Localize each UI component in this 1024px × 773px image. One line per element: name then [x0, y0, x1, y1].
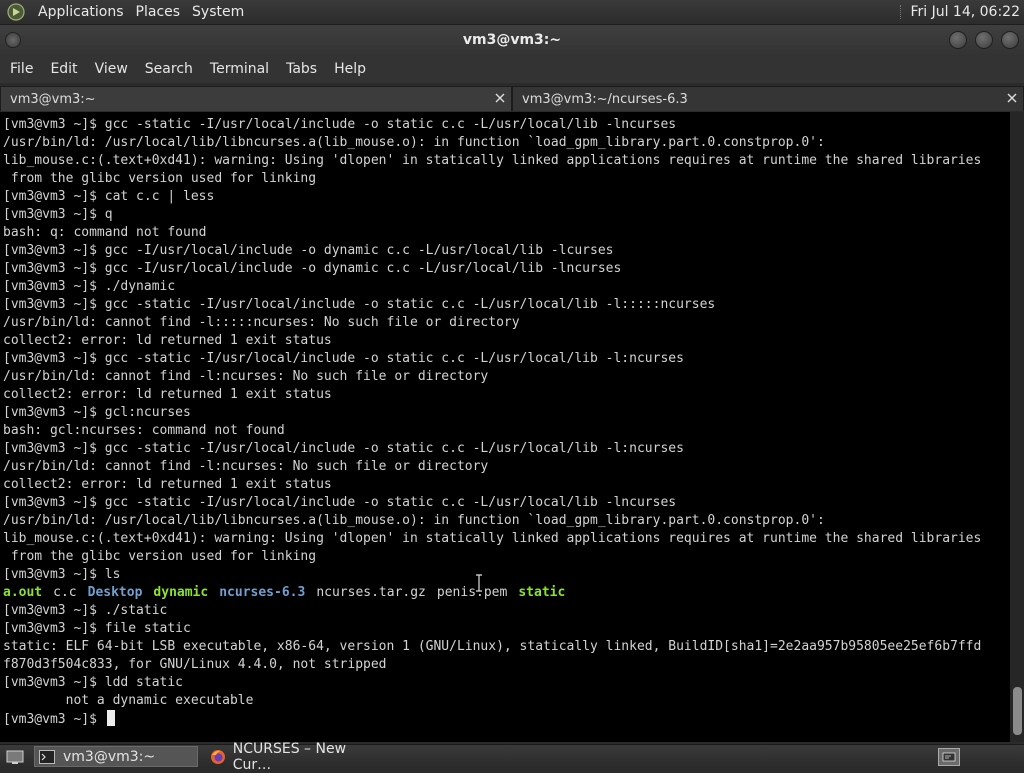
menu-view[interactable]: View	[87, 61, 136, 77]
window-titlebar[interactable]: vm3@vm3:~	[0, 25, 1024, 55]
terminal-line: [vm3@vm3 ~]$ file static	[3, 621, 191, 636]
terminal-lines-after: [vm3@vm3 ~]$ ./static [vm3@vm3 ~]$ file s…	[3, 602, 1010, 710]
applications-menu[interactable]: Applications	[32, 4, 130, 20]
terminal-lines-before: [vm3@vm3 ~]$ gcc -static -I/usr/local/in…	[3, 116, 1010, 584]
ls-entry-dir: ncurses-6.3	[219, 585, 306, 600]
ls-entry-exec: dynamic	[153, 585, 209, 600]
mouse-ibeam-icon	[476, 574, 482, 592]
menu-tabs[interactable]: Tabs	[278, 61, 325, 77]
clock[interactable]: Fri Jul 14, 06:22	[910, 4, 1020, 20]
window-menu-icon[interactable]	[5, 32, 21, 48]
tab-ncurses[interactable]: vm3@vm3:~/ncurses-6.3	[512, 86, 1024, 111]
tab-home[interactable]: vm3@vm3:~	[0, 86, 512, 111]
places-menu[interactable]: Places	[130, 4, 187, 20]
terminal-line: [vm3@vm3 ~]$ gcc -static -I/usr/local/in…	[3, 441, 684, 456]
menu-file[interactable]: File	[2, 61, 41, 77]
minimize-icon[interactable]	[949, 31, 967, 49]
taskbar-terminal[interactable]: vm3@vm3:~	[34, 746, 198, 767]
terminal-line: /usr/bin/ld: cannot find -l:ncurses: No …	[3, 369, 489, 384]
system-menu[interactable]: System	[186, 4, 250, 20]
workspace-switcher[interactable]	[938, 747, 960, 766]
clock-separator	[900, 5, 902, 19]
tab-bar: vm3@vm3:~ vm3@vm3:~/ncurses-6.3	[0, 86, 1024, 111]
menu-edit[interactable]: Edit	[42, 61, 85, 77]
terminal-line: [vm3@vm3 ~]$ gcc -static -I/usr/local/in…	[3, 351, 684, 366]
terminal-line: [vm3@vm3 ~]$ gcc -static -I/usr/local/in…	[3, 117, 677, 132]
ls-output: a.out c.c Desktop dynamic ncurses-6.3 ncurses…	[3, 584, 1010, 602]
tab-label: vm3@vm3:~	[10, 91, 96, 107]
prompt-line[interactable]: [vm3@vm3 ~]$	[3, 710, 1010, 728]
terminal-line: bash: q: command not found	[3, 225, 207, 240]
terminal-scrollbar[interactable]	[1010, 112, 1024, 742]
ls-entry-exec: static	[518, 585, 566, 600]
terminal-line: [vm3@vm3 ~]$ ls	[3, 567, 121, 582]
terminal-line: not a dynamic executable	[3, 693, 254, 708]
terminal-line: lib_mouse.c:(.text+0xd41): warning: Usin…	[3, 531, 982, 546]
terminal-output[interactable]: [vm3@vm3 ~]$ gcc -static -I/usr/local/in…	[0, 112, 1010, 742]
terminal-line: /usr/bin/ld: /usr/local/lib/libncurses.a…	[3, 135, 825, 150]
distro-logo-icon[interactable]	[6, 2, 26, 22]
terminal-line: [vm3@vm3 ~]$ gcc -static -I/usr/local/in…	[3, 297, 716, 312]
terminal-line: [vm3@vm3 ~]$ gcc -I/usr/local/include -o…	[3, 261, 622, 276]
ls-entry-dir: Desktop	[87, 585, 143, 600]
close-window-icon[interactable]	[1001, 31, 1019, 49]
maximize-icon[interactable]	[975, 31, 993, 49]
terminal-icon	[39, 749, 57, 765]
firefox-icon	[210, 749, 227, 765]
terminal-line: f870d3f504c833, for GNU/Linux 4.4.0, not…	[3, 657, 387, 672]
ls-entry-file: c.c	[53, 585, 77, 600]
terminal-line: [vm3@vm3 ~]$ ldd static	[3, 675, 184, 690]
terminal-line: bash: gcl:ncurses: command not found	[3, 423, 285, 438]
terminal-line: [vm3@vm3 ~]$ cat c.c | less	[3, 189, 215, 204]
show-desktop-icon[interactable]	[4, 747, 26, 767]
window-title: vm3@vm3:~	[462, 32, 562, 48]
terminal-line: lib_mouse.c:(.text+0xd41): warning: Usin…	[3, 153, 982, 168]
top-panel: Applications Places System Fri Jul 14, 0…	[0, 0, 1024, 25]
close-tab-icon[interactable]	[1005, 91, 1019, 105]
terminal-line: [vm3@vm3 ~]$ gcc -static -I/usr/local/in…	[3, 495, 677, 510]
task-label: vm3@vm3:~	[63, 748, 156, 765]
terminal-line: collect2: error: ld returned 1 exit stat…	[3, 333, 332, 348]
terminal-line: collect2: error: ld returned 1 exit stat…	[3, 477, 332, 492]
ls-entry-exec: a.out	[3, 585, 43, 600]
close-tab-icon[interactable]	[493, 91, 507, 105]
ls-entry-file: ncurses.tar.gz	[316, 585, 426, 600]
scrollbar-thumb[interactable]	[1013, 687, 1022, 735]
terminal-line: [vm3@vm3 ~]$ ./static	[3, 603, 168, 618]
menu-help[interactable]: Help	[326, 61, 374, 77]
menu-search[interactable]: Search	[137, 61, 201, 77]
terminal-line: from the glibc version used for linking	[3, 549, 317, 564]
bottom-panel: vm3@vm3:~ NCURSES – New Cur…	[0, 741, 1024, 773]
terminal-line: [vm3@vm3 ~]$ gcc -I/usr/local/include -o…	[3, 243, 614, 258]
terminal-line: [vm3@vm3 ~]$ gcl:ncurses	[3, 405, 191, 420]
terminal-line: [vm3@vm3 ~]$ ./dynamic	[3, 279, 176, 294]
prompt: [vm3@vm3 ~]$	[3, 712, 105, 727]
menu-terminal[interactable]: Terminal	[202, 61, 277, 77]
terminal-line: static: ELF 64-bit LSB executable, x86-6…	[3, 639, 982, 654]
terminal-line: from the glibc version used for linking	[3, 171, 317, 186]
terminal-line: /usr/bin/ld: cannot find -l:ncurses: No …	[3, 459, 489, 474]
tab-label: vm3@vm3:~/ncurses-6.3	[522, 91, 688, 107]
terminal-line: collect2: error: ld returned 1 exit stat…	[3, 387, 332, 402]
ls-entry-file: penis.pem	[436, 585, 508, 600]
terminal-line: [vm3@vm3 ~]$ q	[3, 207, 113, 222]
taskbar-firefox[interactable]: NCURSES – New Cur…	[206, 741, 378, 773]
terminal-line: /usr/bin/ld: /usr/local/lib/libncurses.a…	[3, 513, 825, 528]
terminal-line: /usr/bin/ld: cannot find -l:::::ncurses:…	[3, 315, 520, 330]
menubar: File Edit View Search Terminal Tabs Help	[0, 55, 1024, 83]
text-cursor	[106, 710, 115, 726]
